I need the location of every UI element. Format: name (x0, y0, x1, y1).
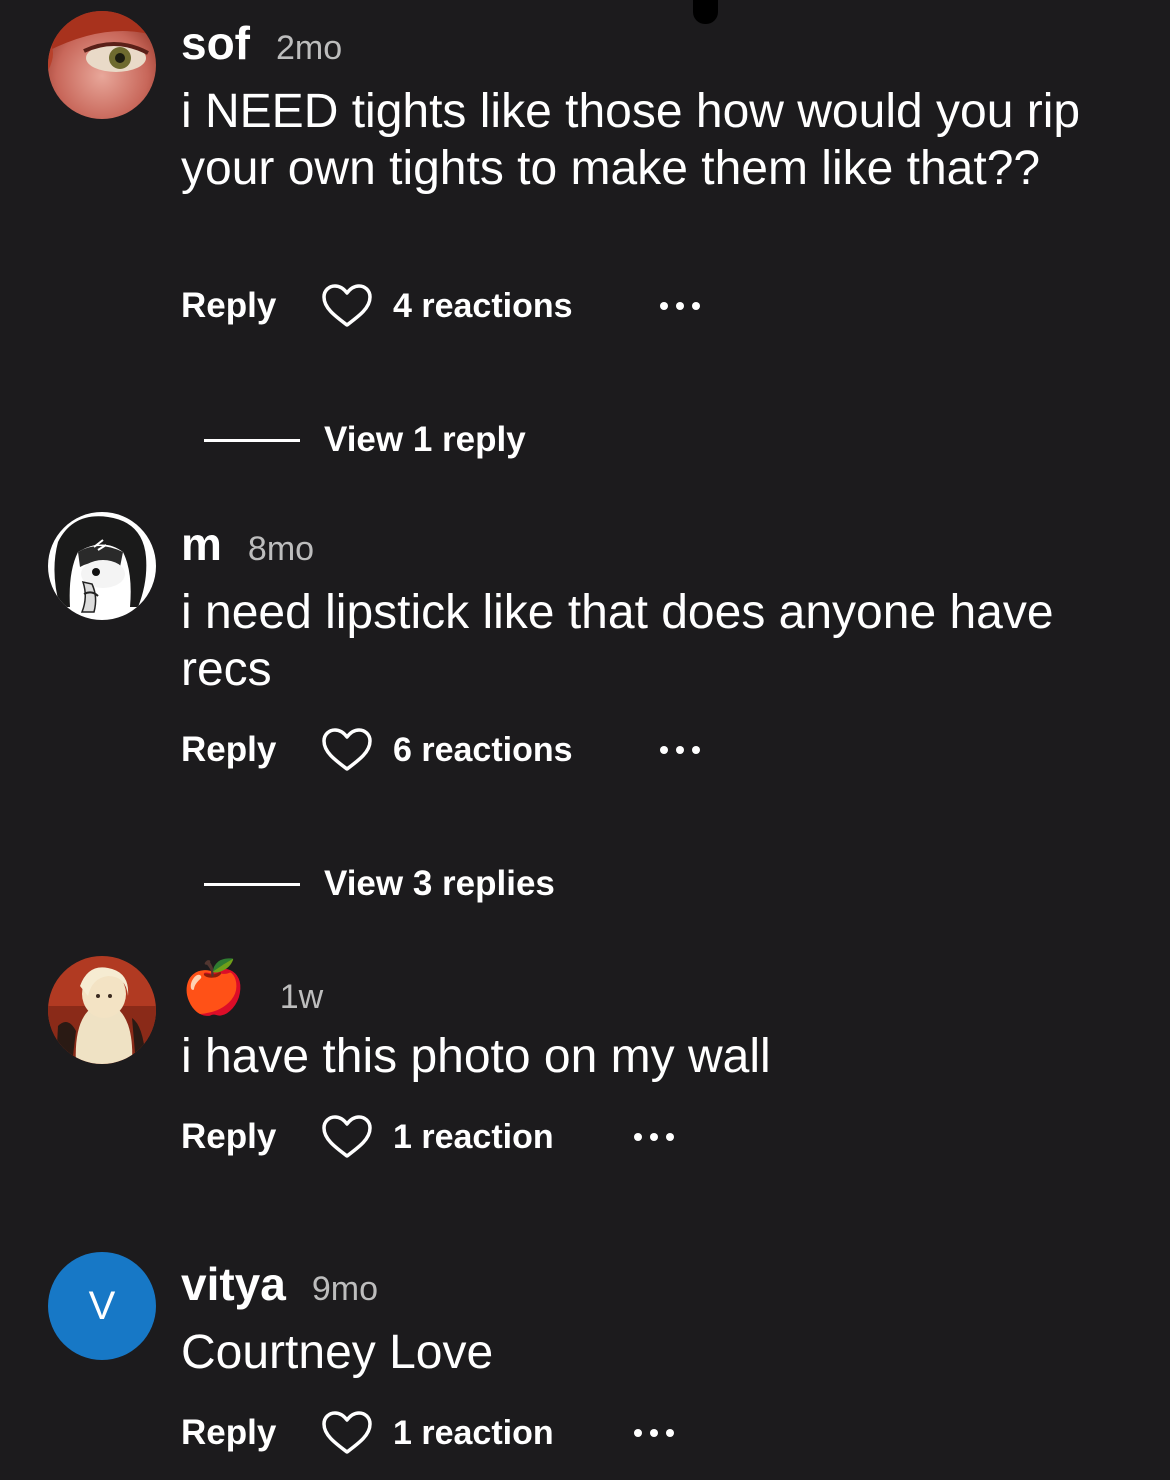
reaction-count[interactable]: 1 reaction (393, 1414, 554, 1453)
heart-icon[interactable] (321, 1115, 373, 1159)
avatar-initial: V (88, 1283, 116, 1328)
reaction-count[interactable]: 4 reactions (393, 287, 573, 326)
username[interactable]: 🍎 (181, 958, 246, 1018)
more-options-icon[interactable] (634, 1133, 674, 1141)
avatar[interactable] (48, 512, 156, 620)
more-options-icon[interactable] (634, 1429, 674, 1437)
view-replies-label[interactable]: View 3 replies (324, 864, 555, 904)
comment-text: i have this photo on my wall (181, 1030, 771, 1083)
username[interactable]: vitya (181, 1257, 286, 1311)
comment-time: 2mo (276, 29, 343, 67)
avatar[interactable] (48, 956, 156, 1064)
reply-button[interactable]: Reply (181, 730, 321, 770)
thread-line (204, 438, 300, 442)
avatar[interactable]: V (48, 1252, 156, 1360)
comment-text: Courtney Love (181, 1326, 494, 1379)
username[interactable]: sof (181, 16, 250, 70)
reply-button[interactable]: Reply (181, 1117, 321, 1157)
view-replies-button[interactable]: View 3 replies (204, 864, 555, 904)
comment-time: 1w (279, 977, 324, 1016)
avatar[interactable] (48, 11, 156, 119)
reply-button[interactable]: Reply (181, 1413, 321, 1453)
reaction-count[interactable]: 1 reaction (393, 1118, 554, 1157)
view-replies-label[interactable]: View 1 reply (324, 420, 526, 460)
camera-notch (693, 0, 718, 24)
view-replies-button[interactable]: View 1 reply (204, 420, 526, 460)
comment-time: 8mo (247, 530, 315, 568)
heart-icon[interactable] (321, 1411, 373, 1455)
reply-button[interactable]: Reply (181, 286, 321, 326)
comment-text: i need lipstick like that does anyone ha… (181, 586, 1054, 696)
more-options-icon[interactable] (660, 302, 700, 310)
thread-line (204, 882, 300, 886)
comment-text: i NEED tights like those how would you r… (181, 85, 1081, 195)
reaction-count[interactable]: 6 reactions (393, 731, 573, 770)
comment-time: 9mo (311, 1270, 378, 1308)
username[interactable]: m (181, 517, 222, 571)
more-options-icon[interactable] (660, 746, 700, 754)
heart-icon[interactable] (321, 284, 373, 328)
heart-icon[interactable] (321, 728, 373, 772)
